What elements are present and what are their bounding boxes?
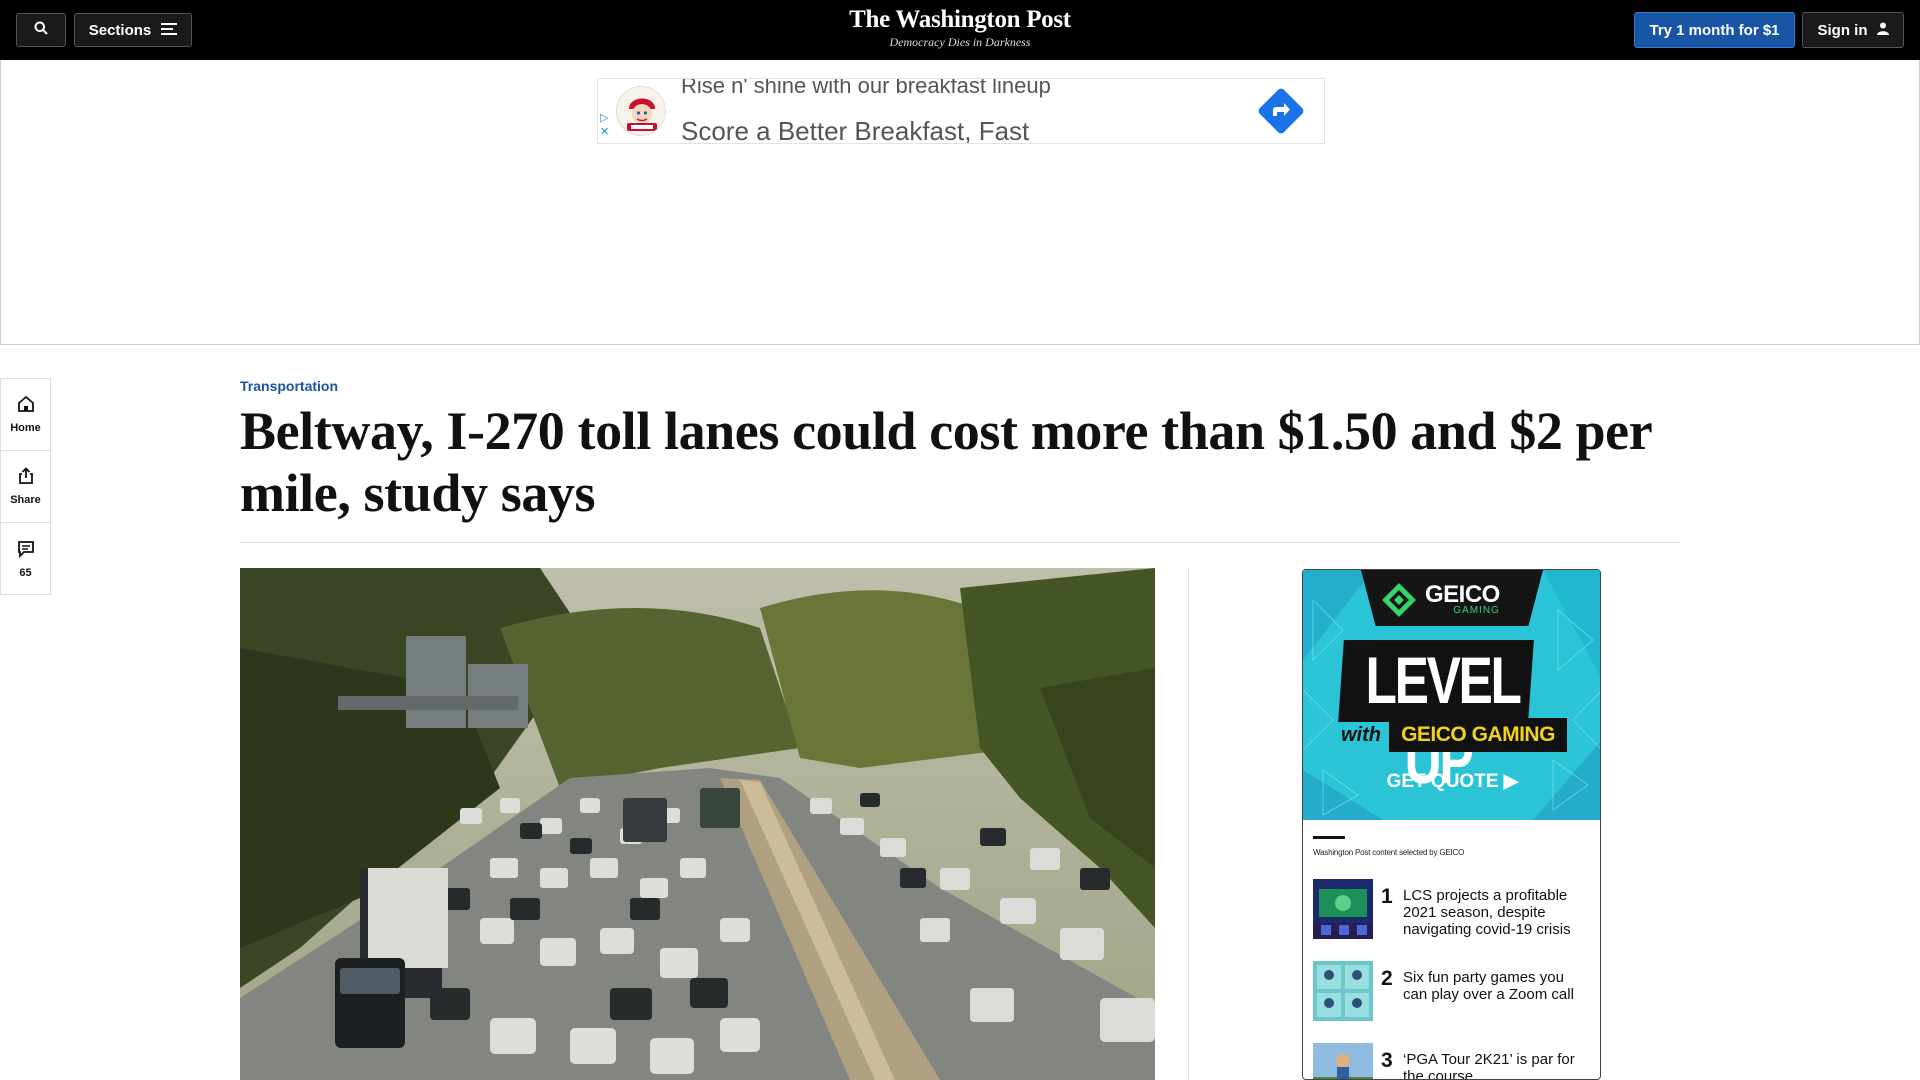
breakfast-ad[interactable]: ▷ ✕ Rise n' shine with our breakfast lin… bbox=[597, 78, 1325, 144]
geico-logo: GEICO GAMING bbox=[1381, 582, 1500, 618]
sponsored-list-item[interactable]: 3 ‘PGA Tour 2K21’ is par for the course bbox=[1313, 1043, 1593, 1079]
comments-count: 65 bbox=[19, 566, 32, 579]
sponsored-list-item[interactable]: 2 Six fun party games you can play over … bbox=[1313, 961, 1593, 1021]
promo-thumbnail-esports bbox=[1313, 879, 1373, 939]
sections-label: Sections bbox=[88, 21, 152, 39]
comment-icon bbox=[17, 540, 35, 563]
user-icon bbox=[1876, 22, 1889, 39]
ad-choices-icon[interactable]: ▷ ✕ bbox=[600, 111, 612, 139]
article-hero-image bbox=[240, 568, 1155, 1080]
site-logo[interactable]: The Washington Post bbox=[760, 6, 1160, 34]
promo-thumbnail-video-call bbox=[1313, 961, 1373, 1021]
geico-gaming-ad[interactable]: GEICO GAMING LEVEL UP with GEICO GAMING … bbox=[1303, 570, 1600, 820]
sections-button[interactable]: Sections bbox=[74, 13, 192, 47]
promo-thumbnail-golf bbox=[1313, 1043, 1373, 1079]
sign-in-button[interactable]: Sign in bbox=[1802, 12, 1904, 48]
site-tagline: Democracy Dies in Darkness bbox=[889, 35, 1031, 49]
headline-divider bbox=[240, 542, 1680, 543]
rail-home-label: Home bbox=[10, 422, 41, 434]
search-button[interactable] bbox=[16, 13, 66, 47]
article-headline: Beltway, I-270 toll lanes could cost mor… bbox=[240, 401, 1652, 523]
section-kicker-link[interactable]: Transportation bbox=[240, 378, 338, 394]
geico-gaming-text: GEICO GAMING bbox=[1401, 723, 1555, 746]
article-tools-rail: Home Share 65 bbox=[0, 378, 51, 595]
rail-home-button[interactable]: Home bbox=[1, 379, 50, 451]
subscribe-offer-button[interactable]: Try 1 month for $1 bbox=[1634, 12, 1795, 48]
home-icon bbox=[17, 395, 35, 418]
promo-rank: 3 bbox=[1381, 1049, 1393, 1072]
rail-comments-button[interactable]: 65 bbox=[1, 523, 50, 595]
promo-title[interactable]: ‘PGA Tour 2K21’ is par for the course bbox=[1403, 1051, 1583, 1079]
geico-diamond-icon bbox=[1382, 583, 1416, 617]
sponsor-accent-bar bbox=[1313, 836, 1345, 839]
geico-wordmark: GEICO bbox=[1425, 581, 1500, 608]
promo-title[interactable]: LCS projects a profitable 2021 season, d… bbox=[1403, 887, 1583, 938]
rail-share-label: Share bbox=[10, 494, 41, 506]
promo-title[interactable]: Six fun party games you can play over a … bbox=[1403, 969, 1583, 1003]
top-nav-bar: Sections The Washington Post Democracy D… bbox=[0, 0, 1920, 60]
masthead[interactable]: The Washington Post Democracy Dies in Da… bbox=[760, 6, 1160, 50]
sponsor-disclosure: Washington Post content selected by GEIC… bbox=[1313, 848, 1465, 857]
sponsored-list-item[interactable]: 1 LCS projects a profitable 2021 season,… bbox=[1313, 879, 1593, 939]
restaurant-brand-logo bbox=[616, 86, 666, 136]
rail-share-button[interactable]: Share bbox=[1, 451, 50, 523]
promo-rank: 2 bbox=[1381, 967, 1393, 990]
column-divider bbox=[1188, 568, 1189, 1080]
share-icon bbox=[17, 467, 35, 490]
ad-headline-secondary: Rise n' shine with our breakfast lineup bbox=[681, 78, 1051, 98]
directions-arrow-icon[interactable] bbox=[1258, 88, 1304, 134]
top-ad-region: ▷ ✕ Rise n' shine with our breakfast lin… bbox=[0, 60, 1920, 345]
with-text: with bbox=[1341, 724, 1381, 746]
search-icon bbox=[34, 21, 48, 40]
sponsored-module: GEICO GAMING LEVEL UP with GEICO GAMING … bbox=[1302, 569, 1601, 1080]
promo-rank: 1 bbox=[1381, 885, 1393, 908]
ad-headline: Score a Better Breakfast, Fast bbox=[681, 116, 1030, 144]
menu-icon bbox=[161, 22, 178, 39]
get-quote-button[interactable]: GET QUOTE ▶ bbox=[1303, 770, 1600, 793]
sign-in-label: Sign in bbox=[1817, 21, 1868, 39]
